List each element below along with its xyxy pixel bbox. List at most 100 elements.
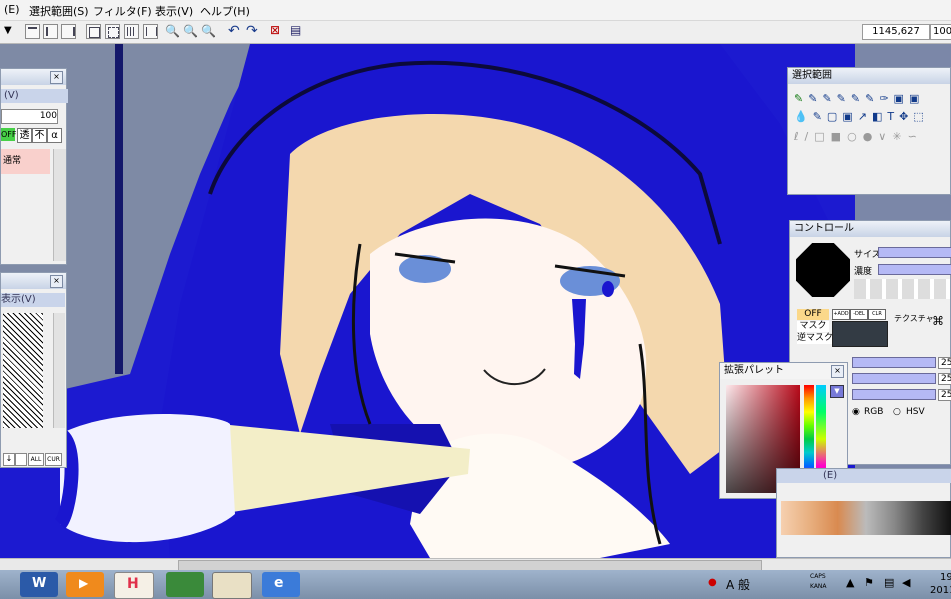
rotate-view-icon[interactable]	[105, 24, 120, 39]
control-panel-title[interactable]: コントロール	[790, 221, 950, 237]
star-icon[interactable]: ✳	[892, 130, 907, 143]
zoom-in-icon[interactable]: 🔍	[183, 24, 198, 38]
blur-icon[interactable]: ✎	[813, 110, 827, 123]
view-right-icon[interactable]	[61, 24, 76, 39]
fill-icon[interactable]: ▣	[842, 110, 857, 123]
marquee-icon[interactable]: ⬚	[913, 110, 928, 123]
menu-selection[interactable]: 選択範囲(S)	[29, 3, 89, 19]
mask-add-button[interactable]: +ADD	[832, 309, 850, 320]
brush-all-button[interactable]: ALL	[28, 453, 44, 466]
texture-icon[interactable]: ⌘	[932, 314, 944, 328]
grid-view-icon[interactable]	[86, 24, 101, 39]
swatch-panel-menu[interactable]: (E)	[777, 469, 951, 483]
brush-panel-close-icon[interactable]: ×	[50, 275, 63, 288]
water-drop-icon[interactable]: 💧	[794, 110, 813, 123]
brush-panel-menu[interactable]: 表示(V)	[1, 293, 65, 307]
filled-rect-icon[interactable]: ■	[831, 130, 847, 143]
color-value-3[interactable]: 25	[938, 389, 951, 401]
network-icon[interactable]: ▤	[884, 576, 894, 589]
trash-icon[interactable]: ▤	[290, 23, 301, 37]
view-left-icon[interactable]	[43, 24, 58, 39]
layer-off-button[interactable]: OFF	[1, 128, 17, 141]
line-icon[interactable]: /	[805, 130, 815, 143]
clock-date[interactable]: 2011	[930, 585, 951, 596]
layer-select-icon[interactable]: ▣	[894, 92, 909, 105]
pen-icon[interactable]: ✎	[794, 92, 808, 105]
flag-icon[interactable]: ⚑	[864, 576, 874, 589]
menu-edit[interactable]: (E)	[4, 3, 20, 16]
flip-icon[interactable]	[143, 24, 158, 39]
color-value-1[interactable]: 25	[938, 357, 951, 369]
grid-icon[interactable]	[124, 24, 139, 39]
brush-texture-list[interactable]	[3, 313, 43, 428]
volume-icon[interactable]: ◀	[902, 576, 910, 589]
layer-alpha-button[interactable]: α	[47, 128, 62, 143]
filled-circle-icon[interactable]: ●	[863, 130, 879, 143]
brush-size-presets[interactable]	[854, 279, 950, 299]
density-slider[interactable]	[878, 264, 951, 275]
layer-opaque-button[interactable]: 不	[32, 128, 47, 143]
move-icon[interactable]: ✥	[899, 110, 913, 123]
view-fit-icon[interactable]	[25, 24, 40, 39]
layer-opacity-field[interactable]: 100	[1, 109, 58, 124]
hsv-radio-dot[interactable]: ○	[893, 407, 901, 417]
color-swatch-grid[interactable]	[781, 501, 951, 535]
menu-help[interactable]: ヘルプ(H)	[200, 3, 250, 19]
menu-filter[interactable]: フィルタ(F)	[93, 3, 152, 19]
word-app-icon[interactable]: W	[20, 572, 58, 597]
lasso-icon[interactable]: ℓ	[794, 130, 805, 143]
ext-palette-close-icon[interactable]: ×	[831, 365, 844, 378]
color-slider-3[interactable]	[852, 389, 936, 400]
pencil-icon[interactable]: ✎	[808, 92, 822, 105]
mask-button[interactable]: マスク	[797, 321, 829, 332]
brush-scrollbar[interactable]	[53, 313, 65, 428]
layer-panel-menu[interactable]: (V)	[1, 89, 68, 103]
layer-item[interactable]: 通常	[1, 149, 50, 174]
app-h-icon[interactable]: H	[114, 572, 154, 599]
watercolor-icon[interactable]: ✎	[865, 92, 879, 105]
layer-panel-close-icon[interactable]: ×	[50, 71, 63, 84]
media-center-icon[interactable]	[166, 572, 204, 597]
brush-down-icon[interactable]: ↓	[3, 453, 15, 466]
menu-view[interactable]: 表示(V)	[155, 3, 193, 19]
frame-icon[interactable]: ▣	[909, 92, 924, 105]
palette-dropdown-icon[interactable]: ▼	[830, 385, 844, 398]
polyline-icon[interactable]: ∨	[878, 130, 892, 143]
zoom-magnifier-icon[interactable]: 🔍	[165, 24, 180, 38]
color-slider-1[interactable]	[852, 357, 936, 368]
curve-icon[interactable]: ∽	[908, 130, 923, 143]
marker-icon[interactable]: ✎	[822, 92, 836, 105]
gradient-icon[interactable]: ◧	[872, 110, 887, 123]
redo-icon[interactable]: ↷	[246, 23, 258, 39]
ime-mode[interactable]: A 般	[726, 576, 750, 593]
bucket-icon[interactable]: ↗	[858, 110, 872, 123]
clear-icon[interactable]: ⊠	[270, 23, 280, 37]
undo-icon[interactable]: ↶	[228, 23, 240, 39]
size-slider[interactable]	[878, 247, 951, 258]
mask-color-swatch[interactable]	[832, 321, 888, 347]
selection-panel-title[interactable]: 選択範囲	[788, 68, 950, 84]
text-icon[interactable]: T	[887, 110, 899, 123]
brush-icon[interactable]: ✎	[851, 92, 865, 105]
reverse-mask-button[interactable]: 逆マスク	[797, 333, 833, 344]
internet-explorer-icon[interactable]: e	[262, 572, 300, 597]
brush-cur-button[interactable]: CUR	[45, 453, 62, 466]
layer-scrollbar[interactable]	[53, 149, 66, 261]
brush-square-icon[interactable]	[15, 453, 27, 466]
circle-icon[interactable]: ○	[847, 130, 863, 143]
rect-icon[interactable]: □	[814, 130, 830, 143]
dropdown-arrow-icon[interactable]: ▼	[4, 25, 12, 36]
mask-del-button[interactable]: -DEL	[850, 309, 868, 320]
mask-clr-button[interactable]: CLR	[868, 309, 886, 320]
media-player-icon[interactable]: ▶	[66, 572, 104, 597]
mask-off-button[interactable]: OFF	[797, 309, 829, 320]
eraser-icon[interactable]: ▢	[827, 110, 842, 123]
ext-palette-title[interactable]: 拡張パレット	[720, 363, 847, 379]
rgb-radio-dot[interactable]: ◉	[852, 407, 860, 417]
zoom-out-icon[interactable]: 🔍	[201, 24, 216, 38]
color-value-2[interactable]: 25	[938, 373, 951, 385]
clock-time[interactable]: 19	[940, 572, 951, 583]
select-pen-icon[interactable]: ✑	[879, 92, 893, 105]
airbrush-icon[interactable]: ✎	[837, 92, 851, 105]
ime-icon[interactable]: ●	[708, 577, 717, 588]
